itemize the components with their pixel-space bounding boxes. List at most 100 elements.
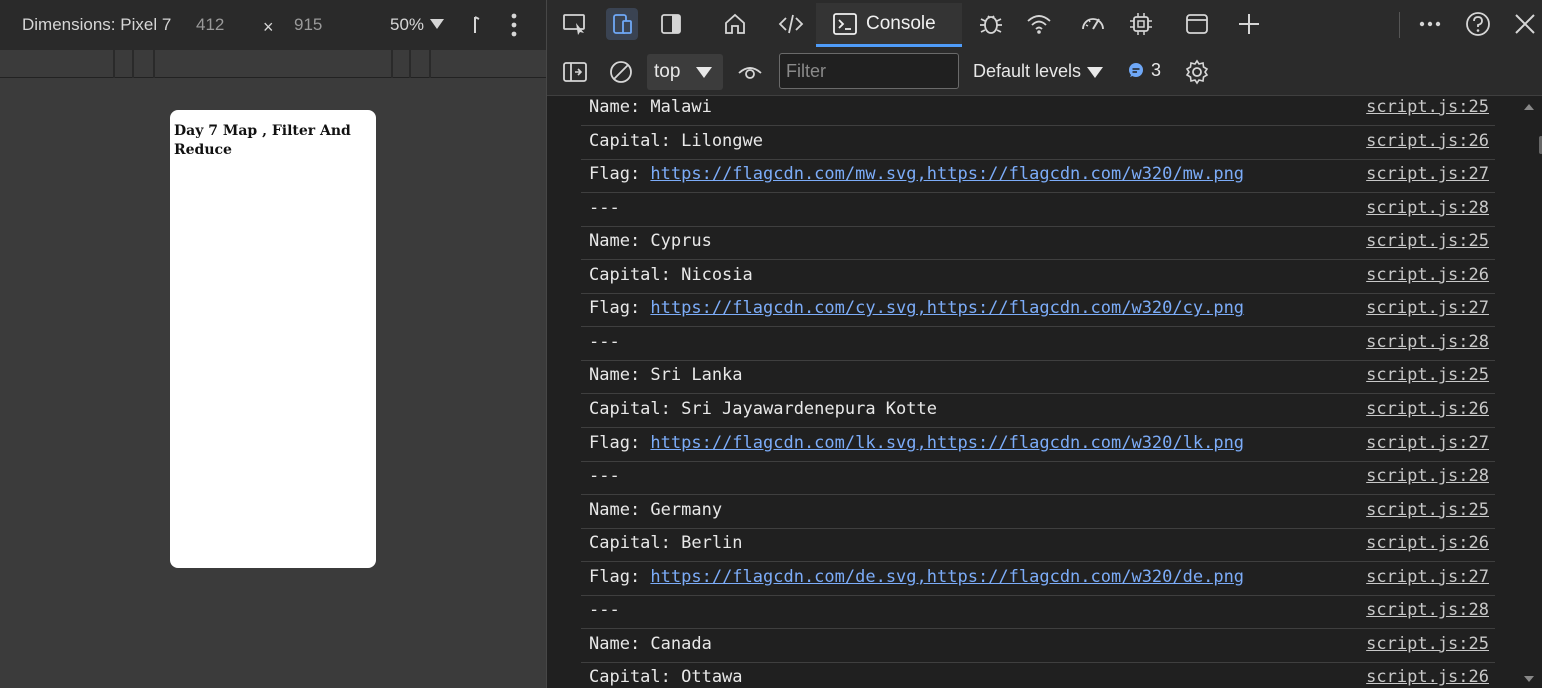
levels-chevron-down-icon[interactable]	[1087, 67, 1103, 78]
tabbar-separator	[1399, 12, 1400, 38]
ruler-tick	[113, 50, 115, 78]
console-message-row: --- script.js:28	[581, 595, 1495, 630]
console-message-row: Capital: Sri Jayawardenepura Kotte script…	[581, 394, 1495, 428]
flag-url-link[interactable]: https://flagcdn.com/mw.svg,https://flagc…	[650, 164, 1244, 184]
console-message-row: Name: Malawi script.js:25	[581, 96, 1495, 126]
scroll-down-icon[interactable]	[1524, 676, 1534, 682]
inspect-element-icon[interactable]	[559, 8, 591, 40]
source-location-link[interactable]: script.js:27	[1366, 566, 1489, 588]
page-heading: Day 7 Map , Filter And Reduce	[174, 123, 351, 158]
console-message-text: Name: Sri Lanka	[589, 365, 743, 386]
application-window-icon[interactable]	[1181, 8, 1213, 40]
console-filter-input[interactable]	[779, 53, 959, 89]
more-tools-ellipsis-icon[interactable]	[1414, 8, 1446, 40]
dimension-separator: ×	[263, 17, 274, 37]
source-location-link[interactable]: script.js:26	[1366, 398, 1489, 420]
console-message-row: --- script.js:28	[581, 461, 1495, 496]
console-log[interactable]: Name: Malawi script.js:25 Capital: Lilongw…	[547, 96, 1542, 688]
ruler-tick	[429, 50, 431, 78]
console-message-text: Flag: https://flagcdn.com/lk.svg,https:/…	[589, 432, 1244, 454]
console-scrollbar[interactable]	[1521, 96, 1542, 688]
source-location-link[interactable]: script.js:27	[1366, 297, 1489, 319]
ruler-tick	[391, 50, 393, 78]
console-message-text: Capital: Ottawa	[589, 667, 743, 688]
console-message-text: Flag: https://flagcdn.com/cy.svg,https:/…	[589, 297, 1244, 319]
console-message-text: Capital: Berlin	[589, 533, 743, 554]
execution-context-select[interactable]: top	[647, 54, 723, 90]
source-location-link[interactable]: script.js:27	[1366, 163, 1489, 185]
console-prompt-icon	[833, 12, 857, 35]
source-location-link[interactable]: script.js:26	[1366, 264, 1489, 286]
source-location-link[interactable]: script.js:25	[1366, 499, 1489, 521]
console-message-row: --- script.js:28	[581, 193, 1495, 227]
console-sidebar-toggle-icon[interactable]	[561, 58, 589, 86]
console-message-row: Flag: https://flagcdn.com/de.svg,https:/…	[581, 562, 1495, 596]
console-message-text: ---	[589, 466, 620, 487]
tab-console-label: Console	[866, 12, 936, 34]
console-message-row: Flag: https://flagcdn.com/cy.svg,https:/…	[581, 293, 1495, 328]
throttle-icon[interactable]	[472, 13, 484, 42]
console-message-text: Name: Canada	[589, 633, 712, 654]
source-location-link[interactable]: script.js:25	[1366, 230, 1489, 252]
network-wifi-icon[interactable]	[1023, 8, 1055, 40]
memory-chip-icon[interactable]	[1125, 8, 1157, 40]
console-settings-gear-icon[interactable]	[1183, 58, 1211, 86]
source-location-link[interactable]: script.js:28	[1366, 197, 1489, 219]
device-width-input[interactable]: 412	[196, 14, 224, 36]
console-message-text: Name: Cyprus	[589, 231, 712, 252]
device-height-input[interactable]: 915	[294, 14, 322, 36]
console-message-row: Name: Canada script.js:25	[581, 629, 1495, 663]
dock-side-icon[interactable]	[655, 8, 687, 40]
source-location-link[interactable]: script.js:28	[1366, 599, 1489, 621]
source-location-link[interactable]: script.js:28	[1366, 465, 1489, 487]
source-location-link[interactable]: script.js:27	[1366, 432, 1489, 454]
issues-count: 3	[1151, 60, 1162, 80]
device-more-options-icon[interactable]	[503, 12, 525, 43]
flag-url-link[interactable]: https://flagcdn.com/lk.svg,https://flagc…	[650, 433, 1244, 453]
scroll-up-icon[interactable]	[1524, 104, 1534, 110]
console-message-text: Capital: Sri Jayawardenepura Kotte	[589, 398, 937, 419]
devtools-tab-bar: Console	[547, 0, 1542, 48]
console-message-row: Capital: Ottawa script.js:26	[581, 662, 1495, 688]
source-location-link[interactable]: script.js:25	[1366, 364, 1489, 386]
console-message-prefix: Flag:	[589, 566, 651, 587]
console-message-row: Capital: Berlin script.js:26	[581, 528, 1495, 563]
sources-bug-icon[interactable]	[975, 8, 1007, 40]
tab-console[interactable]: Console	[816, 3, 962, 47]
emulated-device-viewport: Day 7 Map , Filter And Reduce	[170, 110, 376, 568]
source-location-link[interactable]: script.js:26	[1366, 130, 1489, 152]
console-message-row: Capital: Nicosia script.js:26	[581, 260, 1495, 294]
zoom-dropdown[interactable]: 50%	[390, 14, 424, 36]
close-devtools-icon[interactable]	[1509, 8, 1541, 40]
console-message-prefix: Flag:	[589, 432, 651, 453]
source-location-link[interactable]: script.js:26	[1366, 666, 1489, 688]
ruler-tick	[132, 50, 134, 78]
source-location-link[interactable]: script.js:25	[1366, 96, 1489, 118]
console-message-row: Name: Sri Lanka script.js:25	[581, 360, 1495, 395]
welcome-home-icon[interactable]	[719, 8, 751, 40]
console-message-text: Flag: https://flagcdn.com/de.svg,https:/…	[589, 566, 1244, 588]
device-emulation-pane: Dimensions: Pixel 7 412 × 915 50% Day 7 …	[0, 0, 546, 688]
add-tool-plus-icon[interactable]	[1233, 8, 1265, 40]
clear-console-icon[interactable]	[607, 58, 635, 86]
source-location-link[interactable]: script.js:25	[1366, 633, 1489, 655]
source-location-link[interactable]: script.js:28	[1366, 331, 1489, 353]
flag-url-link[interactable]: https://flagcdn.com/de.svg,https://flagc…	[650, 567, 1244, 587]
device-emulation-icon[interactable]	[606, 8, 638, 40]
console-message-text: Flag: https://flagcdn.com/mw.svg,https:/…	[589, 163, 1244, 185]
console-message-row: Flag: https://flagcdn.com/mw.svg,https:/…	[581, 159, 1495, 194]
issues-counter[interactable]: 3	[1127, 60, 1161, 81]
console-message-text: Name: Malawi	[589, 97, 712, 117]
device-dimensions-dropdown[interactable]: Dimensions: Pixel 7	[22, 14, 171, 36]
flag-url-link[interactable]: https://flagcdn.com/cy.svg,https://flagc…	[650, 298, 1244, 318]
execution-context-value: top	[654, 61, 681, 82]
help-question-icon[interactable]	[1462, 8, 1494, 40]
log-levels-dropdown[interactable]: Default levels	[973, 61, 1081, 82]
elements-code-icon[interactable]	[775, 8, 807, 40]
live-expression-eye-icon[interactable]	[735, 58, 765, 86]
console-toolbar: top Default levels 3	[547, 48, 1542, 96]
source-location-link[interactable]: script.js:26	[1366, 532, 1489, 554]
performance-gauge-icon[interactable]	[1077, 8, 1109, 40]
console-message-text: ---	[589, 331, 620, 352]
zoom-chevron-down-icon[interactable]	[430, 19, 444, 29]
